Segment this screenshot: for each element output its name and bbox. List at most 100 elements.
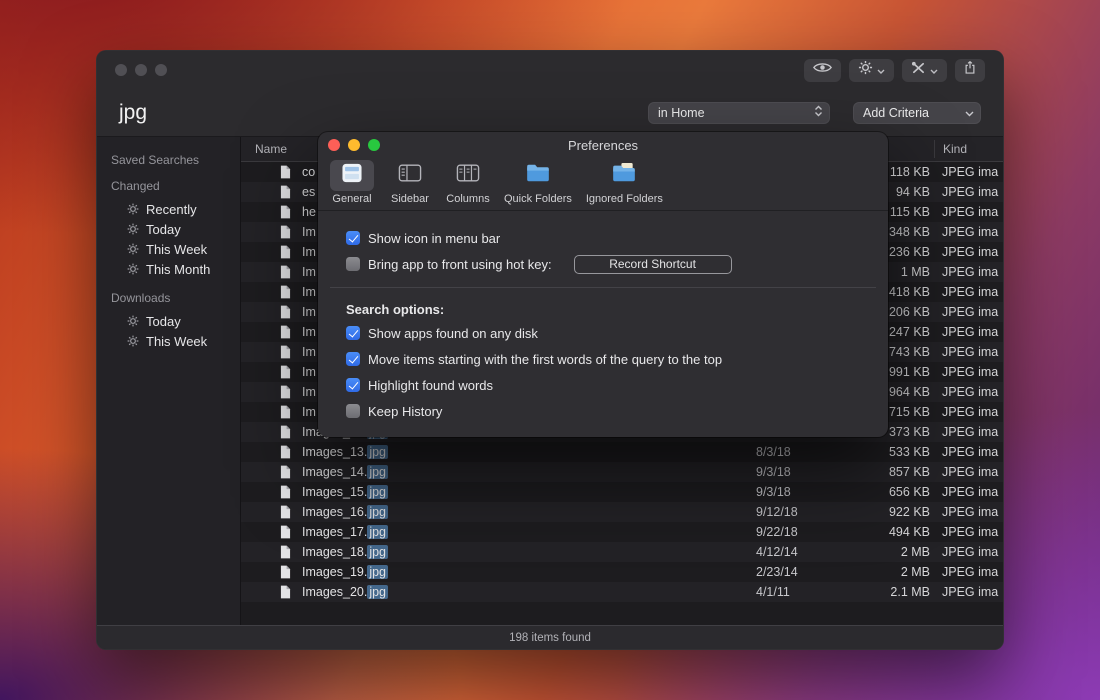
search-term-highlight: jpg bbox=[367, 505, 388, 519]
document-icon bbox=[280, 365, 293, 379]
document-icon bbox=[280, 305, 293, 319]
sidebar-item[interactable]: Today bbox=[97, 311, 240, 331]
sidebar-item[interactable]: This Month bbox=[97, 259, 240, 279]
eye-icon bbox=[813, 61, 832, 79]
file-row[interactable]: Images_15.jpg9/3/18656 KBJPEG ima bbox=[241, 482, 1003, 502]
file-kind: JPEG ima bbox=[942, 425, 1003, 439]
file-size: 2 MB bbox=[864, 545, 930, 559]
search-term-highlight: jpg bbox=[367, 545, 388, 559]
checkbox-show-apps-any-disk[interactable] bbox=[346, 326, 360, 340]
document-icon bbox=[280, 285, 293, 299]
smart-folder-gear-icon bbox=[127, 335, 139, 347]
column-header-name[interactable]: Name bbox=[255, 142, 287, 156]
file-kind: JPEG ima bbox=[942, 365, 1003, 379]
tab-label: Columns bbox=[446, 193, 489, 205]
smart-folder-gear-icon bbox=[127, 203, 139, 215]
checkbox-highlight-found-words[interactable] bbox=[346, 378, 360, 392]
file-kind: JPEG ima bbox=[942, 505, 1003, 519]
sidebar-section-label: Changed bbox=[111, 179, 240, 193]
columns-icon bbox=[455, 162, 481, 189]
tab-columns[interactable]: Columns bbox=[446, 160, 490, 205]
file-size: 2.1 MB bbox=[864, 585, 930, 599]
add-criteria-dropdown[interactable]: Add Criteria bbox=[853, 102, 981, 124]
file-name: Images_14.jpg bbox=[302, 465, 722, 479]
general-pane: Show icon in menu bar Bring app to front… bbox=[318, 211, 888, 424]
document-icon bbox=[280, 405, 293, 419]
ignored-folders-icon bbox=[611, 162, 637, 189]
file-size: 922 KB bbox=[864, 505, 930, 519]
file-kind: JPEG ima bbox=[942, 285, 1003, 299]
sidebar-section: Changed Recently Today This Week This Month bbox=[97, 179, 240, 279]
file-date: 9/3/18 bbox=[756, 485, 864, 499]
tab-sidebar[interactable]: Sidebar bbox=[388, 160, 432, 205]
checkbox-show-icon-in-menu-bar[interactable] bbox=[346, 231, 360, 245]
document-icon bbox=[280, 505, 293, 519]
settings-menu-button[interactable] bbox=[849, 59, 894, 82]
file-row[interactable]: Images_13.jpg8/3/18533 KBJPEG ima bbox=[241, 442, 1003, 462]
record-shortcut-button[interactable]: Record Shortcut bbox=[574, 255, 732, 274]
scope-dropdown[interactable]: in Home bbox=[648, 102, 830, 124]
smart-folder-gear-icon bbox=[127, 243, 139, 255]
sidebar-item-label: Today bbox=[146, 314, 181, 329]
file-row[interactable]: Images_14.jpg9/3/18857 KBJPEG ima bbox=[241, 462, 1003, 482]
search-term[interactable]: jpg bbox=[119, 101, 147, 125]
close-button[interactable] bbox=[328, 139, 340, 151]
preferences-tab-bar: General Sidebar Columns Quick Folders Ig… bbox=[318, 158, 888, 211]
file-row[interactable]: Images_19.jpg2/23/142 MBJPEG ima bbox=[241, 562, 1003, 582]
minimize-button[interactable] bbox=[348, 139, 360, 151]
checkbox-move-items-first-words[interactable] bbox=[346, 352, 360, 366]
sidebar-item-label: Today bbox=[146, 222, 181, 237]
sidebar-item[interactable]: Recently bbox=[97, 199, 240, 219]
document-icon bbox=[280, 545, 293, 559]
checkbox-keep-history[interactable] bbox=[346, 404, 360, 418]
file-name: Images_19.jpg bbox=[302, 565, 722, 579]
document-icon bbox=[280, 485, 293, 499]
smart-folder-gear-icon bbox=[127, 263, 139, 275]
zoom-button[interactable] bbox=[368, 139, 380, 151]
close-button[interactable] bbox=[115, 64, 127, 76]
document-icon bbox=[280, 385, 293, 399]
sidebar-header: Saved Searches bbox=[111, 153, 240, 167]
file-row[interactable]: Images_16.jpg9/12/18922 KBJPEG ima bbox=[241, 502, 1003, 522]
file-size: 494 KB bbox=[864, 525, 930, 539]
file-name: Images_17.jpg bbox=[302, 525, 722, 539]
column-header-kind[interactable]: Kind bbox=[943, 142, 967, 156]
file-kind: JPEG ima bbox=[942, 245, 1003, 259]
checkbox-bring-app-to-front[interactable] bbox=[346, 257, 360, 271]
tab-ignored-folders[interactable]: Ignored Folders bbox=[586, 160, 663, 205]
document-icon bbox=[280, 165, 293, 179]
window-titlebar bbox=[97, 51, 1003, 89]
sidebar-item[interactable]: This Week bbox=[97, 239, 240, 259]
sidebar-item[interactable]: This Week bbox=[97, 331, 240, 351]
file-row[interactable]: Images_20.jpg4/1/112.1 MBJPEG ima bbox=[241, 582, 1003, 602]
file-row[interactable]: Images_17.jpg9/22/18494 KBJPEG ima bbox=[241, 522, 1003, 542]
chevron-down-icon bbox=[877, 61, 885, 79]
preferences-dialog: Preferences General Sidebar Columns Quic… bbox=[318, 132, 888, 437]
file-date: 9/3/18 bbox=[756, 465, 864, 479]
file-date: 9/12/18 bbox=[756, 505, 864, 519]
share-button[interactable] bbox=[955, 59, 985, 82]
tools-menu-button[interactable] bbox=[902, 59, 947, 82]
file-kind: JPEG ima bbox=[942, 465, 1003, 479]
general-icon bbox=[339, 162, 365, 189]
window-toolbar bbox=[804, 59, 985, 82]
file-kind: JPEG ima bbox=[942, 565, 1003, 579]
file-kind: JPEG ima bbox=[942, 485, 1003, 499]
document-icon bbox=[280, 345, 293, 359]
tab-general[interactable]: General bbox=[330, 160, 374, 205]
option-label: Move items starting with the first words… bbox=[368, 352, 722, 367]
sidebar-item[interactable]: Today bbox=[97, 219, 240, 239]
tab-quick-folders[interactable]: Quick Folders bbox=[504, 160, 572, 205]
option-label: Show icon in menu bar bbox=[368, 231, 500, 246]
minimize-button[interactable] bbox=[135, 64, 147, 76]
document-icon bbox=[280, 585, 293, 599]
preview-button[interactable] bbox=[804, 59, 841, 82]
document-icon bbox=[280, 185, 293, 199]
file-name: Images_15.jpg bbox=[302, 485, 722, 499]
file-row[interactable]: Images_18.jpg4/12/142 MBJPEG ima bbox=[241, 542, 1003, 562]
sidebar-item-label: This Week bbox=[146, 242, 207, 257]
file-kind: JPEG ima bbox=[942, 325, 1003, 339]
file-kind: JPEG ima bbox=[942, 345, 1003, 359]
zoom-button[interactable] bbox=[155, 64, 167, 76]
document-icon bbox=[280, 565, 293, 579]
